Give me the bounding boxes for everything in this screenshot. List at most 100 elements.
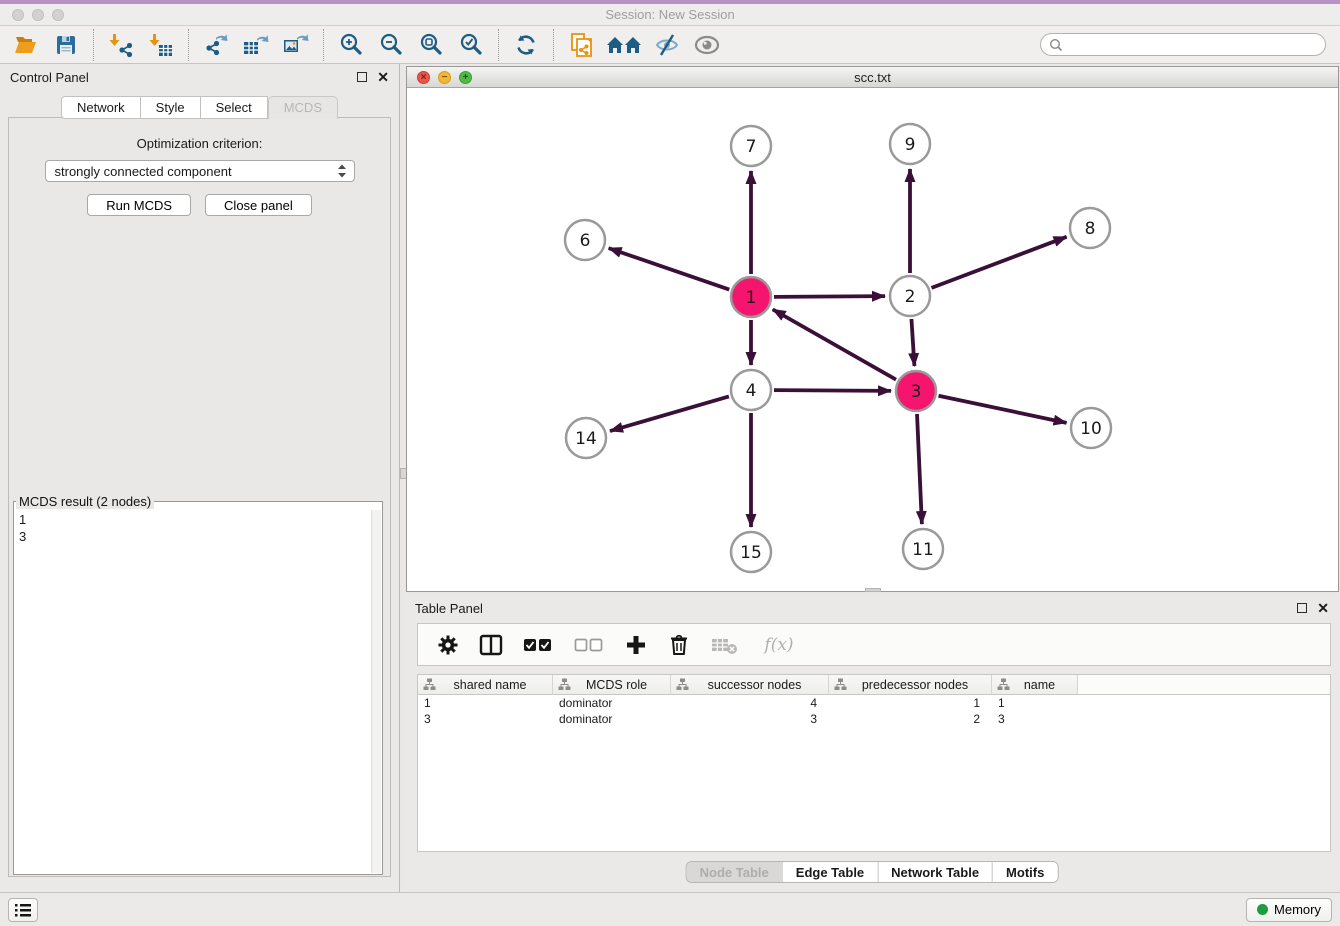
- tab-style[interactable]: Style: [141, 96, 201, 119]
- network-maximize-button[interactable]: +: [459, 71, 472, 84]
- unchecked-boxes-icon: [574, 636, 604, 654]
- show-columns-button[interactable]: [479, 633, 503, 657]
- graph-edge-4-3[interactable]: [774, 390, 891, 391]
- column-type-icon: [834, 678, 847, 691]
- mcds-result-group: MCDS result (2 nodes) 1 3: [13, 494, 383, 875]
- cell-predecessor-nodes: 1: [829, 696, 992, 710]
- run-mcds-button[interactable]: Run MCDS: [87, 194, 191, 216]
- mcds-result-text[interactable]: 1 3: [15, 510, 381, 873]
- cell-mcds-role: dominator: [553, 696, 671, 710]
- zoom-out-icon: [378, 32, 404, 58]
- hide-details-icon: [653, 32, 681, 58]
- float-panel-icon[interactable]: [357, 72, 367, 82]
- tab-network[interactable]: Network: [61, 96, 141, 119]
- close-table-panel-icon[interactable]: ✕: [1317, 603, 1329, 613]
- graph-edge-1-2[interactable]: [774, 296, 885, 297]
- column-header-shared-name[interactable]: shared name: [418, 675, 553, 695]
- save-session-button[interactable]: [46, 28, 86, 62]
- create-column-button[interactable]: [624, 633, 648, 657]
- graph-edge-2-8[interactable]: [932, 237, 1067, 288]
- clone-network-button[interactable]: [561, 28, 601, 62]
- trash-icon: [668, 633, 690, 657]
- tab-node-table[interactable]: Node Table: [687, 862, 782, 882]
- graph-edge-3-11[interactable]: [917, 414, 922, 524]
- export-network-icon: [203, 32, 229, 58]
- table-panel: Table Panel ✕: [405, 595, 1339, 889]
- column-header-name[interactable]: name: [992, 675, 1078, 695]
- search-input[interactable]: [1068, 37, 1317, 52]
- export-table-button[interactable]: [236, 28, 276, 62]
- column-header-label: name: [1010, 678, 1077, 692]
- column-type-icon: [676, 678, 689, 691]
- select-all-button[interactable]: [522, 633, 554, 657]
- open-folder-icon: [13, 33, 39, 57]
- table-row[interactable]: 1dominator411: [418, 695, 1330, 711]
- export-network-button[interactable]: [196, 28, 236, 62]
- close-panel-button[interactable]: Close panel: [205, 194, 312, 216]
- zoom-in-button[interactable]: [331, 28, 371, 62]
- column-header-predecessor-nodes[interactable]: predecessor nodes: [829, 675, 992, 695]
- gear-icon: [437, 634, 459, 656]
- graph-edge-3-1[interactable]: [773, 309, 896, 379]
- network-close-button[interactable]: ×: [417, 71, 430, 84]
- table-toolbar: f(x): [417, 623, 1331, 666]
- tab-motifs[interactable]: Motifs: [992, 862, 1057, 882]
- tab-mcds[interactable]: MCDS: [268, 96, 338, 119]
- task-history-button[interactable]: [8, 898, 38, 922]
- graph-edge-3-10[interactable]: [939, 396, 1067, 423]
- graph-node-label-6: 6: [580, 231, 591, 251]
- graph-edge-1-6[interactable]: [609, 248, 730, 289]
- export-table-icon: [242, 32, 270, 58]
- memory-button[interactable]: Memory: [1246, 898, 1332, 922]
- network-graph: 7968124314101511: [407, 89, 1338, 591]
- memory-label: Memory: [1274, 902, 1321, 917]
- network-view-window: × − + scc.txt 7968124314101511: [406, 66, 1339, 592]
- show-graphics-details-button[interactable]: [687, 28, 727, 62]
- first-neighbors-button[interactable]: [601, 28, 647, 62]
- result-scrollbar[interactable]: [371, 510, 381, 873]
- column-header-mcds-role[interactable]: MCDS role: [553, 675, 671, 695]
- column-header-label: shared name: [436, 678, 552, 692]
- open-session-button[interactable]: [6, 28, 46, 62]
- tab-edge-table[interactable]: Edge Table: [782, 862, 877, 882]
- column-header-label: successor nodes: [689, 678, 828, 692]
- float-table-panel-icon[interactable]: [1297, 603, 1307, 613]
- memory-status-dot: [1257, 904, 1268, 915]
- optimization-criterion-select[interactable]: strongly connected component: [45, 160, 355, 182]
- zoom-selected-icon: [458, 32, 484, 58]
- deselect-all-button[interactable]: [573, 633, 605, 657]
- control-panel-title: Control Panel: [10, 70, 357, 85]
- zoom-selected-button[interactable]: [451, 28, 491, 62]
- hide-graphics-details-button[interactable]: [647, 28, 687, 62]
- checked-boxes-icon: [523, 636, 553, 654]
- network-window-title: scc.txt: [854, 70, 891, 85]
- column-header-successor-nodes[interactable]: successor nodes: [671, 675, 829, 695]
- graph-node-label-2: 2: [905, 287, 916, 307]
- import-network-button[interactable]: [101, 28, 141, 62]
- close-panel-icon[interactable]: ✕: [377, 72, 389, 82]
- tab-network-table[interactable]: Network Table: [877, 862, 992, 882]
- table-mode-button[interactable]: [436, 633, 460, 657]
- network-minimize-button[interactable]: −: [438, 71, 451, 84]
- table-row[interactable]: 3dominator323: [418, 711, 1330, 727]
- tab-select[interactable]: Select: [201, 96, 268, 119]
- graph-edge-4-14[interactable]: [610, 396, 729, 431]
- delete-table-icon: [711, 635, 739, 655]
- zoom-out-button[interactable]: [371, 28, 411, 62]
- control-panel: Control Panel ✕ NetworkStyleSelectMCDS O…: [0, 64, 400, 892]
- function-builder-button[interactable]: f(x): [759, 633, 799, 657]
- network-window-titlebar: × − + scc.txt: [407, 67, 1338, 88]
- graph-edge-2-3[interactable]: [911, 319, 914, 366]
- save-icon: [54, 33, 78, 57]
- delete-columns-button[interactable]: [667, 633, 691, 657]
- network-canvas[interactable]: 7968124314101511: [407, 89, 1338, 591]
- window-resize-grip[interactable]: [865, 588, 881, 592]
- export-image-button[interactable]: [276, 28, 316, 62]
- delete-table-button[interactable]: [710, 633, 740, 657]
- zoom-fit-button[interactable]: [411, 28, 451, 62]
- import-table-button[interactable]: [141, 28, 181, 62]
- refresh-icon: [513, 32, 539, 58]
- graph-node-label-15: 15: [740, 543, 762, 563]
- apply-layout-button[interactable]: [506, 28, 546, 62]
- cell-predecessor-nodes: 2: [829, 712, 992, 726]
